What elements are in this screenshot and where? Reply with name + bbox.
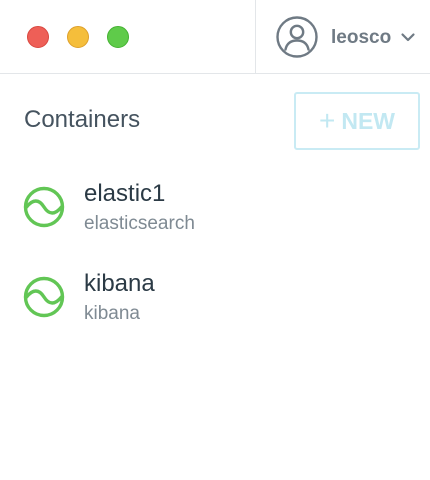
container-image-name: elasticsearch bbox=[84, 213, 195, 234]
container-list-item[interactable]: kibana kibana bbox=[0, 258, 430, 348]
user-menu[interactable]: leosco bbox=[255, 0, 430, 73]
new-button-label: NEW bbox=[341, 107, 396, 134]
container-list-item[interactable]: elastic1 elasticsearch bbox=[0, 168, 430, 258]
new-container-button[interactable]: + NEW bbox=[294, 92, 420, 150]
containers-heading: Containers bbox=[24, 106, 141, 133]
app-window: leosco Containers + NEW elastic1 elastic… bbox=[0, 0, 430, 480]
container-name: elastic1 bbox=[84, 180, 166, 207]
maximize-window-button[interactable] bbox=[107, 26, 129, 48]
plus-icon: + bbox=[318, 105, 336, 136]
container-name: kibana bbox=[84, 270, 155, 297]
running-status-icon bbox=[23, 186, 65, 228]
container-list: elastic1 elasticsearch kibana kibana bbox=[0, 168, 430, 348]
username-label: leosco bbox=[331, 27, 392, 48]
close-window-button[interactable] bbox=[27, 26, 49, 48]
chevron-down-icon[interactable] bbox=[400, 29, 416, 45]
running-status-icon bbox=[23, 276, 65, 318]
container-image-name: kibana bbox=[84, 303, 140, 324]
title-bar: leosco bbox=[0, 0, 430, 74]
user-circle-icon bbox=[276, 16, 318, 58]
minimize-window-button[interactable] bbox=[67, 26, 89, 48]
